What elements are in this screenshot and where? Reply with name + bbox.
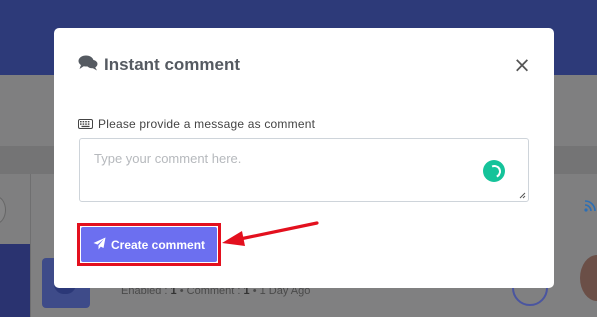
close-icon: × (513, 53, 531, 77)
resize-handle-icon[interactable] (518, 191, 526, 199)
comment-textarea[interactable] (80, 139, 528, 201)
rss-icon (584, 200, 596, 216)
annotation-arrow-icon (222, 221, 319, 246)
modal-title-text: Instant comment (104, 55, 241, 74)
create-comment-button[interactable]: Create comment (81, 227, 217, 262)
comments-icon (78, 55, 98, 75)
create-comment-button-label: Create comment (110, 237, 206, 252)
comment-textarea-container (79, 138, 529, 202)
page-left-sidebar (0, 244, 30, 317)
keyboard-icon (78, 114, 93, 133)
comment-field-label: Please provide a message as comment (78, 114, 315, 133)
close-button[interactable]: × (512, 53, 532, 77)
modal-title: Instant comment (78, 55, 240, 75)
grammarly-icon[interactable] (483, 160, 505, 182)
comment-field-label-text: Please provide a message as comment (98, 116, 316, 131)
paper-plane-icon (93, 237, 106, 253)
